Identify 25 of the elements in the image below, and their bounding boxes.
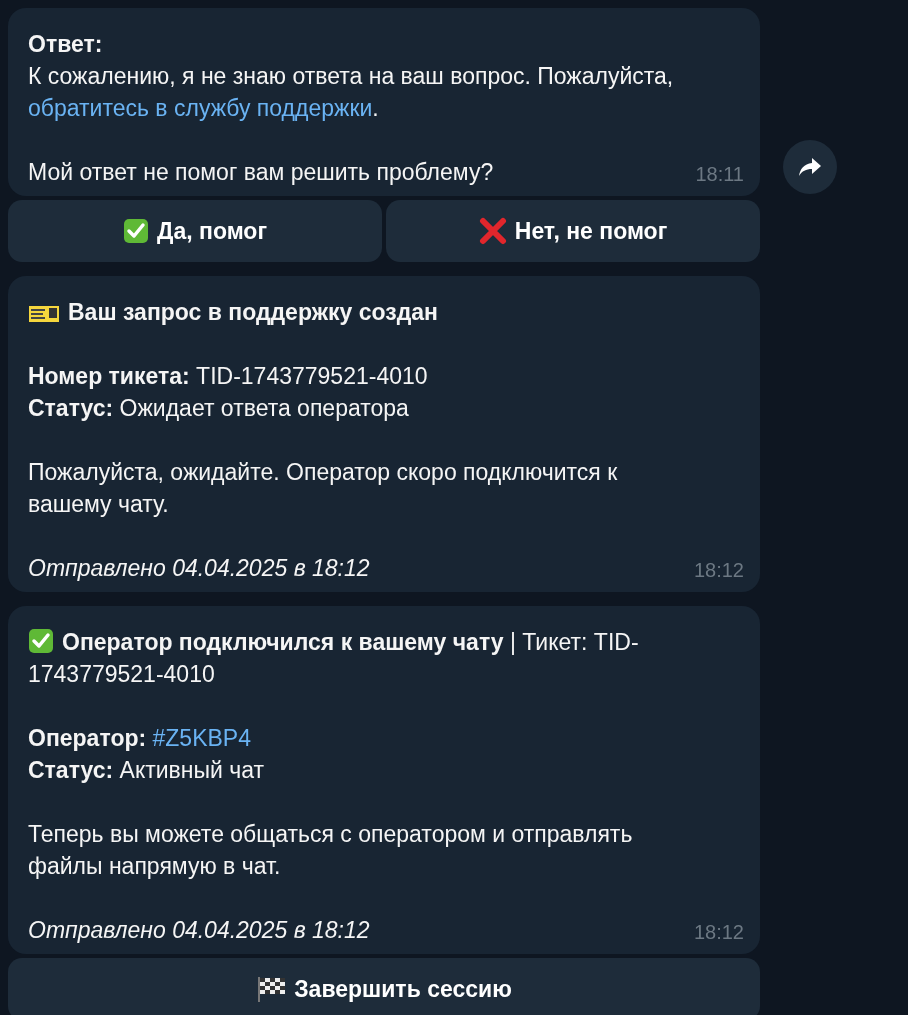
message-text: Ваш запрос в поддержку создан: [28, 296, 682, 328]
message-text: Отправлено 04.04.2025 в 18:12: [28, 916, 371, 945]
message-text: Пожалуйста, ожидайте. Оператор скоро подключится к вашему чату.: [28, 458, 619, 519]
message-time: 18:12: [693, 920, 744, 944]
message-text: Ответ: К сожалению, я не знаю ответа на ваш вопрос. Пожалуйста, обратитесь в службу поддержки.: [28, 30, 675, 123]
checkered-flag-icon: [256, 975, 287, 1003]
message-text: Отправлено 04.04.2025 в 18:12: [28, 554, 371, 583]
message-text: Оператор подключился к вашему чату | Тикет: TID-1743779521-4010: [28, 627, 640, 689]
message-text: Номер тикета: TID-1743779521-4010 Статус: Ожидает ответа оператора: [28, 362, 429, 423]
checkmark-icon: [28, 628, 54, 654]
checkmark-icon: [123, 218, 150, 244]
forward-icon: [798, 157, 822, 177]
message-text: Теперь вы можете общаться с оператором и отправлять файлы напрямую в чат.: [28, 820, 634, 881]
message-text: Мой ответ не помог вам решить проблему?: [28, 158, 495, 187]
reply-button[interactable]: Завершить сессию: [8, 958, 760, 1015]
message-text: Оператор: #Z5KBP4 Статус: Активный чат: [28, 724, 266, 785]
message-time: 18:12: [693, 558, 744, 582]
link[interactable]: обратитесь в службу поддержки: [28, 95, 373, 121]
reply-button[interactable]: Нет, не помог: [386, 200, 760, 262]
link[interactable]: #Z5KBP4: [152, 725, 251, 751]
forward-button[interactable]: [783, 140, 837, 194]
message-time: 18:11: [695, 162, 744, 186]
ticket-icon: [28, 304, 60, 324]
reply-button[interactable]: Да, помог: [8, 200, 382, 262]
cross-icon: [478, 217, 507, 245]
